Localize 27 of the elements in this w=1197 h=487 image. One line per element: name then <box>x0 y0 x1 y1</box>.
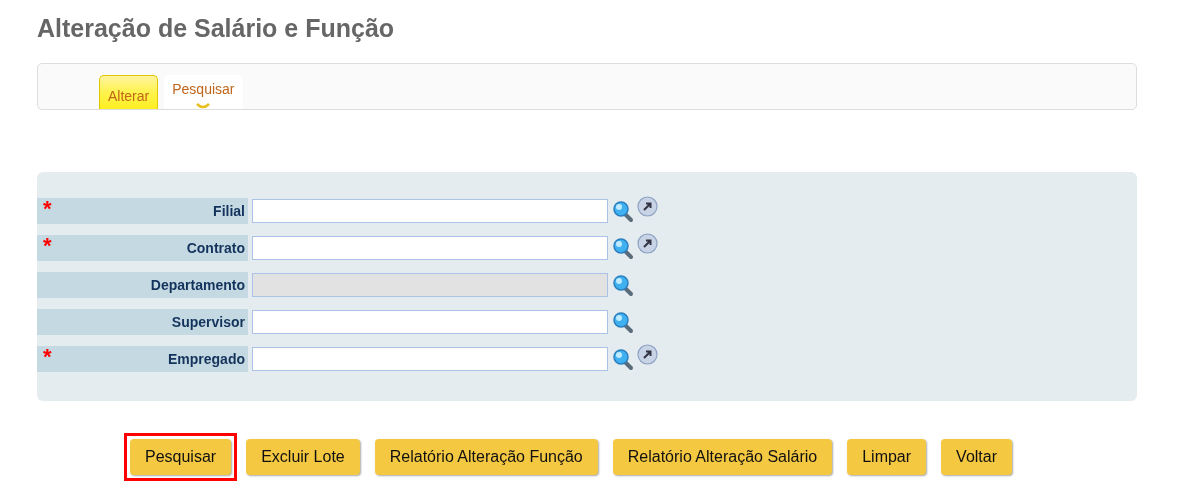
action-button[interactable]: Pesquisar <box>130 439 232 475</box>
action-button[interactable]: Voltar <box>941 439 1012 475</box>
required-mark: * <box>43 345 52 368</box>
field-label: Departamento <box>150 276 245 293</box>
chevron-icon <box>196 103 211 110</box>
action-button[interactable]: Relatório Alteração Salário <box>612 439 833 475</box>
search-icon[interactable] <box>612 272 634 297</box>
action-button[interactable]: Excluir Lote <box>246 439 360 475</box>
input-field[interactable] <box>252 235 608 260</box>
field-label: Contrato <box>186 239 245 256</box>
tab[interactable]: Alterar <box>99 75 159 109</box>
input-field[interactable] <box>252 346 608 371</box>
search-icon[interactable] <box>612 235 634 260</box>
search-icon[interactable] <box>612 309 634 334</box>
required-mark: * <box>43 197 52 220</box>
action-button[interactable]: Limpar <box>847 439 927 475</box>
input-field[interactable] <box>252 198 608 223</box>
action-button[interactable]: Relatório Alteração Função <box>374 439 598 475</box>
search-icon[interactable] <box>612 198 634 223</box>
page-title: Alteração de Salário e Função <box>37 14 396 43</box>
field-label: Filial <box>213 202 245 219</box>
tab[interactable]: Pesquisar <box>164 75 243 109</box>
field-label: Empregado <box>168 350 245 367</box>
field-label: Supervisor <box>171 313 245 330</box>
required-mark: * <box>43 234 52 257</box>
input-field[interactable] <box>252 309 608 334</box>
search-icon[interactable] <box>612 346 634 371</box>
